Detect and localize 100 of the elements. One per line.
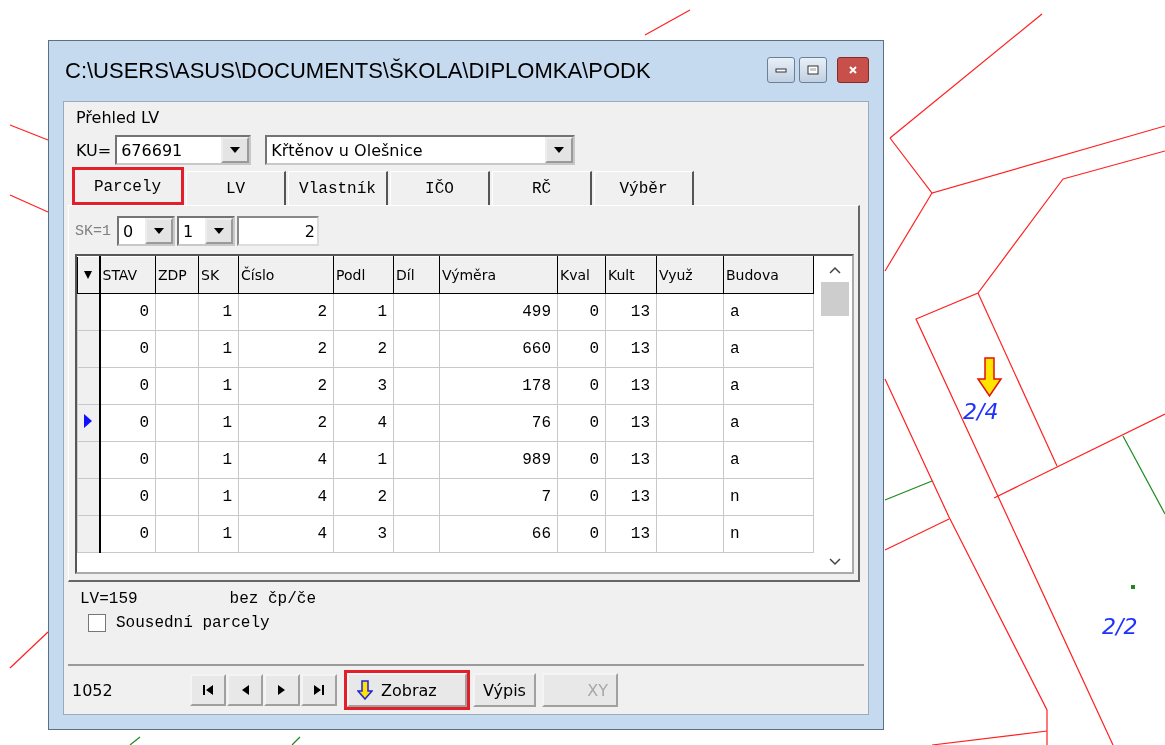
scroll-up-icon[interactable]	[829, 266, 841, 274]
tab[interactable]: RČ	[492, 171, 592, 205]
column-header[interactable]: Výměra	[439, 256, 558, 294]
lv-number: LV=159	[80, 590, 138, 608]
row-indicator[interactable]	[77, 478, 100, 516]
ku-label: KU=	[76, 140, 112, 160]
row-indicator[interactable]	[77, 367, 100, 405]
dialog-heading: Přehled LV	[75, 107, 161, 129]
number-field[interactable]: 2	[237, 216, 319, 246]
column-header[interactable]: SK	[198, 256, 239, 294]
dropdown-arrow-icon	[214, 228, 224, 234]
table-cell: 76	[531, 414, 551, 432]
table-cell: 0	[139, 525, 149, 543]
table-cell: 0	[589, 525, 599, 543]
table-cell: 660	[522, 340, 551, 358]
column-header[interactable]: Využ	[656, 256, 724, 294]
column-menu-header[interactable]	[77, 256, 100, 294]
table-cell: a	[730, 340, 740, 358]
column-header[interactable]: Číslo	[238, 256, 334, 294]
action-button[interactable]: Výpis	[473, 673, 536, 707]
row-indicator[interactable]	[77, 441, 100, 479]
scrollbar-thumb[interactable]	[821, 282, 849, 316]
table-cell: 1	[377, 303, 387, 321]
parcel-number: 2/4	[963, 399, 999, 424]
ku-code-combo[interactable]: 676691	[115, 135, 252, 165]
close-button[interactable]	[837, 57, 869, 83]
column-header[interactable]: Kval	[557, 256, 606, 294]
table-cell: 178	[522, 377, 551, 395]
minimize-button[interactable]	[767, 57, 795, 83]
checkbox-label: Sousední parcely	[116, 614, 270, 632]
table-cell: 0	[139, 488, 149, 506]
table-cell: 7	[541, 488, 551, 506]
parcel-number: 2/2	[1102, 614, 1138, 639]
table-cell: 1	[222, 525, 232, 543]
down-arrow-icon	[357, 680, 373, 700]
table-cell: 1	[222, 377, 232, 395]
table-cell: 4	[317, 525, 327, 543]
tab[interactable]: Výběr	[594, 171, 694, 205]
down-arrow-icon	[976, 357, 1003, 398]
column-header[interactable]: Budova	[723, 256, 814, 294]
minimize-icon	[775, 65, 787, 75]
neighbors-checkbox[interactable]	[88, 614, 106, 632]
sk-combo[interactable]: 1	[177, 216, 235, 246]
table-cell: 0	[589, 414, 599, 432]
table-cell: 66	[531, 525, 551, 543]
tab[interactable]: IČO	[390, 171, 490, 205]
row-indicator[interactable]	[77, 515, 100, 553]
table-cell: 1	[222, 488, 232, 506]
table-cell: 0	[139, 451, 149, 469]
table-cell: n	[730, 525, 740, 543]
table-cell: 989	[522, 451, 551, 469]
table-cell: 1	[222, 451, 232, 469]
table-cell: 3	[377, 377, 387, 395]
column-header[interactable]: Díl	[393, 256, 440, 294]
previous-record-button[interactable]	[227, 674, 263, 706]
row-indicator[interactable]	[77, 330, 100, 368]
table-cell: 0	[589, 451, 599, 469]
current-row-icon	[84, 413, 93, 428]
table-cell: 13	[630, 340, 650, 358]
column-header[interactable]: STAV	[99, 256, 156, 294]
table-cell: 1	[222, 303, 232, 321]
row-indicator[interactable]	[77, 404, 100, 442]
next-record-button[interactable]	[264, 674, 300, 706]
dropdown-arrow-icon	[84, 270, 93, 280]
maximize-button[interactable]	[799, 57, 827, 83]
table-cell: 13	[630, 377, 650, 395]
dropdown-arrow-icon	[230, 147, 241, 153]
scroll-down-icon[interactable]	[829, 558, 841, 566]
sk-combo[interactable]: 0	[117, 216, 175, 246]
table-cell: 2	[377, 340, 387, 358]
last-record-icon	[312, 683, 326, 697]
table-cell: 13	[630, 488, 650, 506]
column-header[interactable]: Kult	[605, 256, 657, 294]
table-cell: 13	[630, 451, 650, 469]
show-button[interactable]: Zobraz	[347, 673, 467, 707]
table-cell: 2	[377, 488, 387, 506]
table-cell: 0	[589, 303, 599, 321]
column-header[interactable]: ZDP	[155, 256, 199, 294]
tab[interactable]: Vlastník	[288, 171, 388, 205]
table-cell: 0	[589, 340, 599, 358]
row-indicator[interactable]	[77, 293, 100, 331]
tab[interactable]: LV	[186, 171, 286, 205]
dropdown-arrow-icon	[554, 147, 565, 153]
maximize-icon	[807, 65, 819, 75]
table-cell: a	[730, 451, 740, 469]
last-record-button[interactable]	[301, 674, 337, 706]
table-cell: a	[730, 377, 740, 395]
table-cell: 1	[377, 451, 387, 469]
table-cell: 4	[317, 488, 327, 506]
column-header[interactable]: Podl	[333, 256, 394, 294]
first-record-button[interactable]	[190, 674, 226, 706]
table-cell: 0	[139, 303, 149, 321]
table-cell: 4	[377, 414, 387, 432]
dropdown-arrow-icon	[154, 228, 164, 234]
table-cell: 1	[222, 340, 232, 358]
tab[interactable]: Parcely	[72, 167, 184, 205]
table-cell: 0	[589, 488, 599, 506]
sk-label: SK=1	[75, 222, 111, 240]
table-cell: 0	[139, 340, 149, 358]
ku-name-combo[interactable]: Křtěnov u Olešnice	[265, 135, 576, 165]
